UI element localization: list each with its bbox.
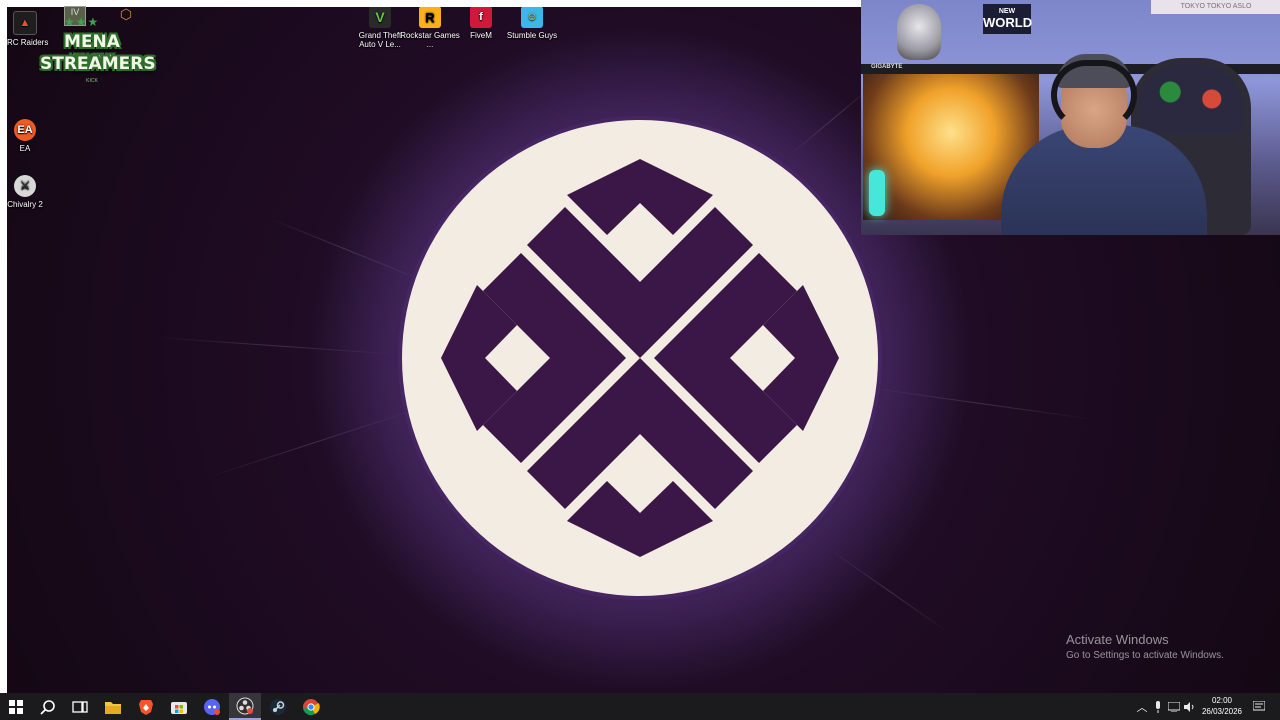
- rgb-light: [869, 170, 885, 216]
- new-world-text-bottom: WORLD: [983, 15, 1033, 30]
- stumble-guys-icon: ☺: [521, 7, 543, 28]
- task-view-button[interactable]: [64, 693, 96, 720]
- clock-time: 02:00: [1211, 696, 1233, 705]
- notifications-button[interactable]: [1250, 693, 1268, 720]
- task-view-icon: [72, 700, 88, 713]
- taskbar-discord[interactable]: [196, 693, 228, 720]
- rockstar-icon: R: [419, 7, 441, 28]
- store-icon: [171, 702, 187, 714]
- taskbar-obs-studio[interactable]: [229, 693, 261, 720]
- ea-icon: EA: [14, 119, 36, 141]
- network-icon: [1168, 701, 1180, 712]
- notification-icon: [1253, 701, 1265, 711]
- watermark-title: Activate Windows: [1066, 632, 1169, 647]
- wallpaper-ray: [206, 409, 417, 478]
- desktop-icon-ea[interactable]: EA EA: [7, 119, 55, 153]
- badge-line-2: STREAMERS: [40, 54, 156, 74]
- desktop-icon-label: Chivalry 2: [7, 200, 43, 209]
- shelf-label: GIGABYTE: [871, 64, 903, 70]
- search-icon: [40, 699, 55, 715]
- folder-icon: [105, 701, 121, 714]
- steam-icon: [270, 698, 286, 715]
- wallpaper-ray: [866, 387, 1095, 421]
- chevron-up-icon: ︿: [1136, 701, 1148, 714]
- arc-raiders-icon: ▲: [13, 11, 37, 35]
- start-button[interactable]: [0, 693, 32, 720]
- microphone-tray[interactable]: [1150, 693, 1166, 720]
- microphone-icon: [1156, 700, 1160, 713]
- desktop-icon-label: EA: [19, 144, 31, 153]
- network-tray[interactable]: [1166, 693, 1182, 720]
- taskbar-brave[interactable]: [130, 693, 162, 720]
- fivem-icon: f: [470, 7, 492, 28]
- chrome-icon: [303, 698, 320, 715]
- desktop-icon-stumble-guys[interactable]: ☺ Stumble Guys: [502, 7, 562, 40]
- activate-windows-watermark: Activate Windows Go to Settings to activ…: [1066, 632, 1224, 661]
- skull-figure-image: [897, 4, 941, 60]
- system-clock[interactable]: 02:00 26/03/2026: [1196, 695, 1248, 717]
- wallpaper-logo: [398, 116, 882, 600]
- wall-sign: TOKYO TOKYO ASLO: [1151, 0, 1280, 14]
- brave-icon: [139, 699, 153, 715]
- desktop-icon-chivalry-2[interactable]: ⚔ Chivalry 2: [7, 175, 55, 209]
- taskbar: ︿ 02:00 26/03/2026: [0, 693, 1280, 720]
- badge-small-text: KICK: [86, 78, 98, 84]
- desktop-icon-label: Stumble Guys: [506, 31, 558, 40]
- chivalry-2-icon: ⚔: [14, 175, 36, 197]
- wallpaper-ray: [156, 337, 397, 355]
- watermark-subtitle: Go to Settings to activate Windows.: [1066, 650, 1224, 661]
- taskbar-store[interactable]: [163, 693, 195, 720]
- gta-v-icon: V: [369, 7, 391, 28]
- show-hidden-icons-button[interactable]: ︿: [1134, 693, 1150, 720]
- stars-icon: ★★★: [64, 15, 100, 29]
- search-button[interactable]: [32, 693, 64, 720]
- discord-icon: [204, 698, 220, 715]
- clock-date: 26/03/2026: [1201, 707, 1243, 716]
- volume-icon: [1184, 701, 1194, 712]
- windows-start-icon: [9, 699, 23, 714]
- taskbar-file-explorer[interactable]: [97, 693, 129, 720]
- new-world-box: NEW WORLD: [983, 4, 1033, 34]
- taskbar-steam[interactable]: [262, 693, 294, 720]
- webcam-feed: NEW WORLD TOKYO TOKYO ASLO GIGABYTE: [861, 0, 1280, 235]
- obs-icon: [236, 697, 254, 714]
- mena-kick-streamers-badge: ★★★ MENA KICK STREAMERS KICK: [40, 10, 156, 86]
- taskbar-chrome[interactable]: [295, 693, 327, 720]
- chair-pattern: [1139, 64, 1243, 134]
- headphones-icon: [1051, 60, 1137, 130]
